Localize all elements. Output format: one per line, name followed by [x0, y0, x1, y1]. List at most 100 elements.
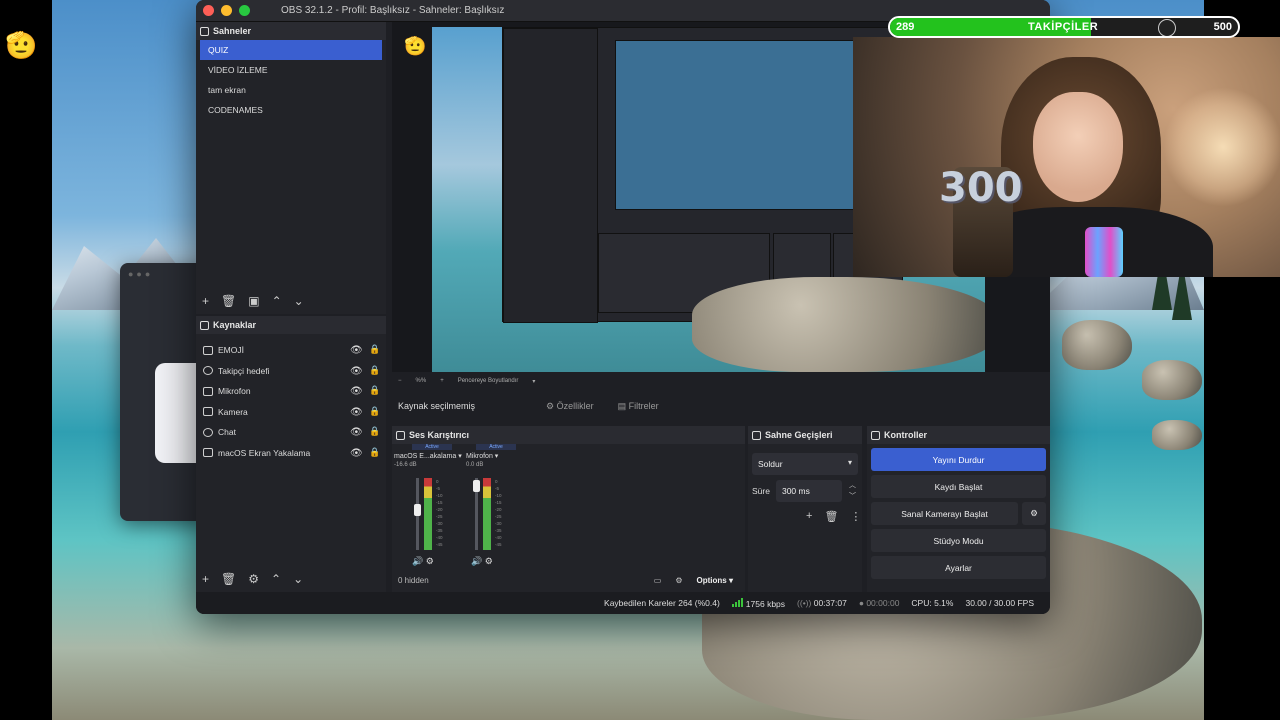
- eye-icon[interactable]: 👁: [350, 345, 363, 356]
- add-icon[interactable]: +: [202, 572, 209, 586]
- filter-icon[interactable]: ▣: [248, 294, 259, 308]
- start-recording-button[interactable]: Kaydı Başlat: [871, 475, 1046, 498]
- eye-icon[interactable]: 👁: [350, 366, 363, 377]
- close-button[interactable]: [203, 5, 214, 16]
- channel-name[interactable]: Mikrofon ▾: [466, 452, 542, 460]
- duration-input[interactable]: 300 ms ︿ ﹀: [775, 480, 856, 502]
- fit-window[interactable]: Pencereye Boyutlandır: [458, 378, 519, 384]
- source-item[interactable]: EMOJİ 👁 🔒: [196, 340, 386, 361]
- scale-tick: -25: [495, 514, 502, 519]
- chevron-down-icon[interactable]: ▾: [532, 378, 535, 385]
- gear-icon[interactable]: ⚙: [1022, 502, 1046, 525]
- gear-icon[interactable]: ⚙: [248, 572, 259, 586]
- fader-handle[interactable]: [473, 480, 480, 492]
- fader-handle[interactable]: [414, 504, 421, 516]
- scale-tick: -15: [436, 500, 443, 505]
- source-item[interactable]: macOS Ekran Yakalama 👁 🔒: [196, 443, 386, 464]
- sources-title: Kaynaklar: [213, 320, 257, 330]
- signal-icon: [731, 597, 743, 607]
- volume-meter: [483, 478, 491, 550]
- lock-icon[interactable]: 🔒: [369, 385, 380, 396]
- db-scale: 0 -5 -10 -15 -20 -25 -30 -35 -40 -45: [436, 478, 443, 548]
- lock-icon[interactable]: 🔒: [369, 447, 380, 458]
- trash-icon[interactable]: 🗑: [824, 510, 838, 523]
- scale-tick: -15: [495, 500, 502, 505]
- add-icon[interactable]: +: [202, 294, 209, 308]
- source-item[interactable]: Takipçi hedefi 👁 🔒: [196, 361, 386, 382]
- dock-icon: [200, 26, 209, 36]
- transition-toolbar: + 🗑 ⋮: [806, 510, 862, 523]
- volume-fader[interactable]: [414, 478, 421, 550]
- speaker-icon[interactable]: 🔊: [471, 556, 482, 566]
- scene-item[interactable]: VİDEO İZLEME: [200, 60, 382, 80]
- cpu-usage: CPU: 5.1%: [911, 598, 954, 608]
- scale-tick: -40: [436, 535, 443, 540]
- mixer-header: Ses Karıştırıcı: [392, 426, 745, 444]
- filters-button[interactable]: ▤ Filtreler: [618, 401, 659, 412]
- channel-active-badge: Active: [476, 444, 516, 450]
- status-bar: Kaybedilen Kareler 264 (%0.4) 1756 kbps …: [196, 592, 1050, 614]
- volume-fader[interactable]: [473, 478, 480, 550]
- zoom-in-icon[interactable]: +: [440, 378, 444, 384]
- scale-tick: -35: [495, 528, 502, 533]
- speaker-icon[interactable]: 🔊: [412, 556, 423, 566]
- trash-icon[interactable]: 🗑: [221, 572, 236, 586]
- eye-icon[interactable]: 👁: [350, 427, 363, 438]
- scale-tick: -40: [495, 535, 502, 540]
- lock-icon[interactable]: 🔒: [369, 365, 380, 376]
- gear-icon[interactable]: ⚙: [485, 556, 493, 566]
- studio-mode-button[interactable]: Stüdyo Modu: [871, 529, 1046, 552]
- duration-label: Süre: [752, 486, 770, 496]
- channel-controls: 🔊 ⚙: [471, 556, 493, 567]
- channel-name[interactable]: macOS E...akalama ▾: [394, 452, 470, 460]
- transitions-header: Sahne Geçişleri: [748, 426, 862, 444]
- start-virtual-camera-button[interactable]: Sanal Kamerayı Başlat: [871, 502, 1018, 525]
- maximize-button[interactable]: [239, 5, 250, 16]
- lock-icon[interactable]: 🔒: [369, 344, 380, 355]
- mixer-footer: 0 hidden ▭ ⚙ Options ▾: [392, 568, 745, 592]
- lock-icon[interactable]: 🔒: [369, 426, 380, 437]
- stop-stream-button[interactable]: Yayını Durdur: [871, 448, 1046, 471]
- minimize-button[interactable]: [221, 5, 232, 16]
- properties-button[interactable]: ⚙ Özellikler: [546, 401, 594, 412]
- eye-icon[interactable]: 👁: [350, 407, 363, 418]
- person-face: [1033, 92, 1123, 202]
- source-item[interactable]: Mikrofon 👁 🔒: [196, 381, 386, 402]
- scene-item[interactable]: CODENAMES: [200, 100, 382, 120]
- add-icon[interactable]: +: [806, 510, 812, 523]
- down-arrow-icon[interactable]: ⌄: [294, 294, 304, 308]
- scene-item[interactable]: tam ekran: [200, 80, 382, 100]
- controls-header: Kontroller: [867, 426, 1050, 444]
- bottle: [1085, 227, 1123, 277]
- record-time-value: 00:00:00: [866, 598, 900, 608]
- lock-icon[interactable]: 🔒: [369, 406, 380, 417]
- controls-title: Kontroller: [884, 430, 928, 440]
- up-arrow-icon[interactable]: ⌃: [271, 572, 281, 586]
- trash-icon[interactable]: 🗑: [221, 294, 236, 308]
- stepper-icon[interactable]: ︿ ﹀: [849, 480, 856, 502]
- source-item[interactable]: Chat 👁 🔒: [196, 422, 386, 443]
- more-icon[interactable]: ⋮: [850, 510, 861, 523]
- rock: [1142, 360, 1202, 400]
- source-label: EMOJİ: [218, 345, 244, 356]
- up-arrow-icon[interactable]: ⌃: [272, 294, 282, 308]
- settings-button[interactable]: Ayarlar: [871, 556, 1046, 579]
- dropped-frames: Kaybedilen Kareler 264 (%0.4): [604, 598, 720, 608]
- goal-current: 289: [896, 21, 915, 33]
- zoom-out-icon[interactable]: −: [398, 378, 402, 384]
- down-arrow-icon[interactable]: ⌄: [293, 572, 303, 586]
- scene-item[interactable]: QUIZ: [200, 40, 382, 60]
- zoom-level: %%: [415, 378, 427, 384]
- gear-icon[interactable]: ⚙: [426, 556, 434, 566]
- options-button[interactable]: ▭ ⚙ Options ▾: [654, 576, 733, 585]
- scene-transitions-panel: Sahne Geçişleri Soldur ▾ Süre 300 ms ︿ ﹀ …: [748, 426, 862, 592]
- layout-icon[interactable]: ▭: [654, 576, 662, 585]
- scale-tick: -45: [495, 542, 502, 547]
- nested-scenes: [503, 28, 598, 323]
- eye-icon[interactable]: 👁: [350, 386, 363, 397]
- chevron-down-icon: ▾: [847, 458, 852, 467]
- gear-icon[interactable]: ⚙: [675, 576, 682, 585]
- transition-select[interactable]: Soldur ▾: [752, 453, 858, 475]
- eye-icon[interactable]: 👁: [350, 448, 363, 459]
- source-item[interactable]: Kamera 👁 🔒: [196, 402, 386, 423]
